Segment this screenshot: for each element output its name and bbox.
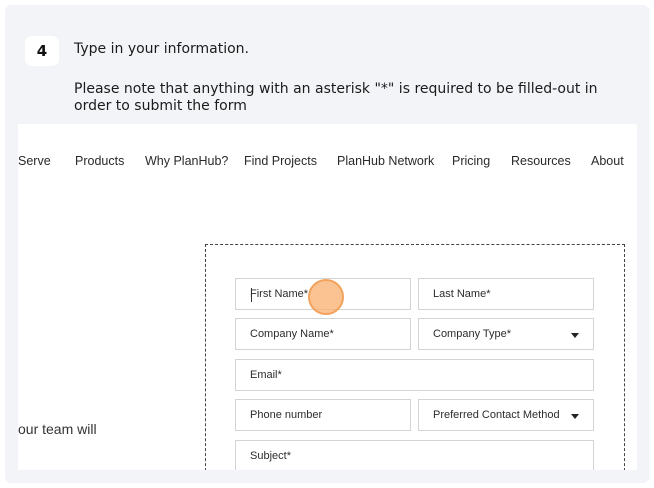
company-name-placeholder: Company Name* — [250, 328, 334, 340]
step-note: Please note that anything with an asteri… — [74, 81, 598, 114]
webpage-screenshot: Serve Products Why PlanHub? Find Project… — [18, 124, 637, 470]
text-cursor — [251, 288, 252, 302]
phone-placeholder: Phone number — [250, 409, 323, 421]
subject-placeholder: Subject* — [250, 450, 291, 462]
step-title: Type in your information. — [74, 41, 249, 57]
email-field[interactable]: Email* — [235, 359, 594, 391]
nav-item-pricing[interactable]: Pricing — [452, 154, 490, 168]
last-name-placeholder: Last Name* — [433, 288, 491, 300]
company-name-field[interactable]: Company Name* — [235, 318, 411, 350]
contact-form: First Name* Last Name* Company Name* Com… — [205, 244, 625, 470]
nav-item-planhub-network[interactable]: PlanHub Network — [337, 154, 434, 168]
subject-field[interactable]: Subject* — [235, 440, 594, 470]
phone-field[interactable]: Phone number — [235, 399, 411, 431]
partial-body-text: our team will — [18, 421, 97, 437]
first-name-placeholder: First Name* — [250, 288, 309, 300]
nav-item-why-planhub[interactable]: Why PlanHub? — [145, 154, 228, 168]
chevron-down-icon — [571, 333, 579, 338]
contact-method-select[interactable]: Preferred Contact Method — [418, 399, 594, 431]
nav-item-products[interactable]: Products — [75, 154, 124, 168]
last-name-field[interactable]: Last Name* — [418, 278, 594, 310]
nav-item-resources[interactable]: Resources — [511, 154, 571, 168]
step-number-badge: 4 — [25, 36, 59, 66]
nav-item-serve[interactable]: Serve — [18, 154, 51, 168]
email-placeholder: Email* — [250, 369, 282, 381]
company-type-label: Company Type* — [433, 328, 512, 340]
company-type-select[interactable]: Company Type* — [418, 318, 594, 350]
nav-item-find-projects[interactable]: Find Projects — [244, 154, 317, 168]
chevron-down-icon — [571, 414, 579, 419]
click-indicator — [308, 279, 344, 315]
contact-method-label: Preferred Contact Method — [433, 409, 560, 421]
nav-item-about[interactable]: About — [591, 154, 624, 168]
